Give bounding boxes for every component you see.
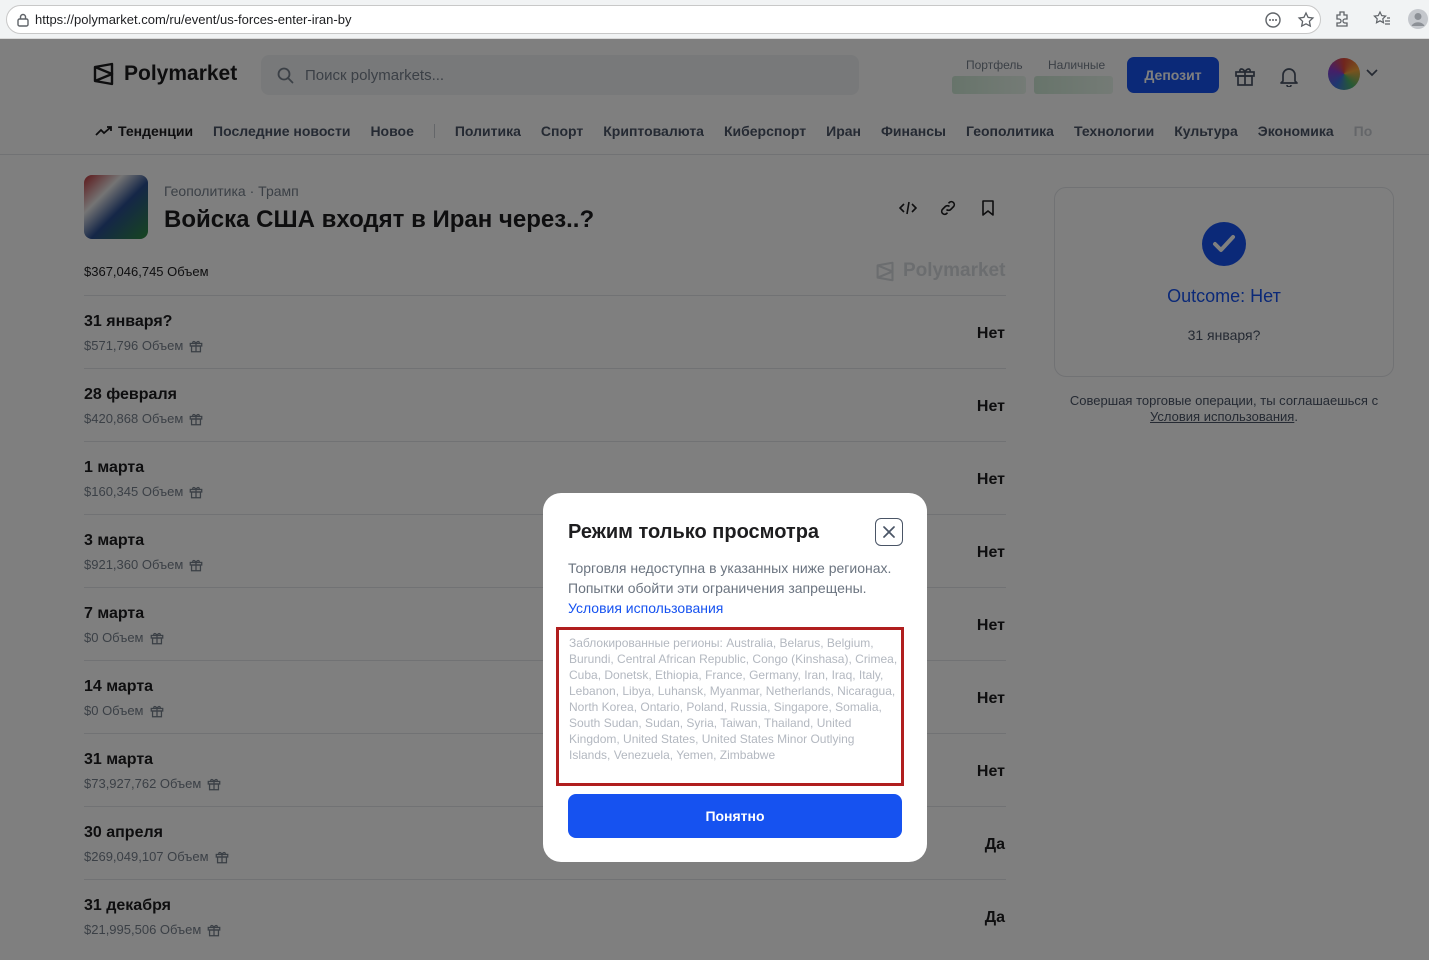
close-button[interactable] bbox=[875, 518, 903, 546]
modal-description: Торговля недоступна в указанных ниже рег… bbox=[568, 558, 898, 618]
extensions-icon[interactable] bbox=[1333, 10, 1351, 28]
browser-toolbar: https://polymarket.com/ru/event/us-force… bbox=[0, 0, 1429, 39]
profile-icon[interactable] bbox=[1407, 8, 1429, 30]
blocked-regions-highlight: Заблокированные регионы: Australia, Bela… bbox=[556, 627, 904, 786]
modal-title: Режим только просмотра bbox=[568, 521, 820, 543]
url-text: https://polymarket.com/ru/event/us-force… bbox=[35, 12, 352, 27]
modal-terms-link[interactable]: Условия использования bbox=[568, 600, 723, 616]
close-icon bbox=[883, 526, 895, 538]
address-bar[interactable]: https://polymarket.com/ru/event/us-force… bbox=[6, 5, 1321, 34]
modal-description-text: Торговля недоступна в указанных ниже рег… bbox=[568, 560, 892, 596]
ok-button[interactable]: Понятно bbox=[568, 794, 902, 838]
favorites-icon[interactable] bbox=[1373, 10, 1391, 28]
page-actions-icon[interactable] bbox=[1264, 11, 1282, 29]
view-only-modal: Режим только просмотра Торговля недоступ… bbox=[543, 493, 927, 862]
blocked-regions-text: Заблокированные регионы: Australia, Bela… bbox=[569, 636, 898, 762]
bookmark-star-icon[interactable] bbox=[1297, 11, 1315, 29]
lock-icon bbox=[17, 13, 29, 27]
